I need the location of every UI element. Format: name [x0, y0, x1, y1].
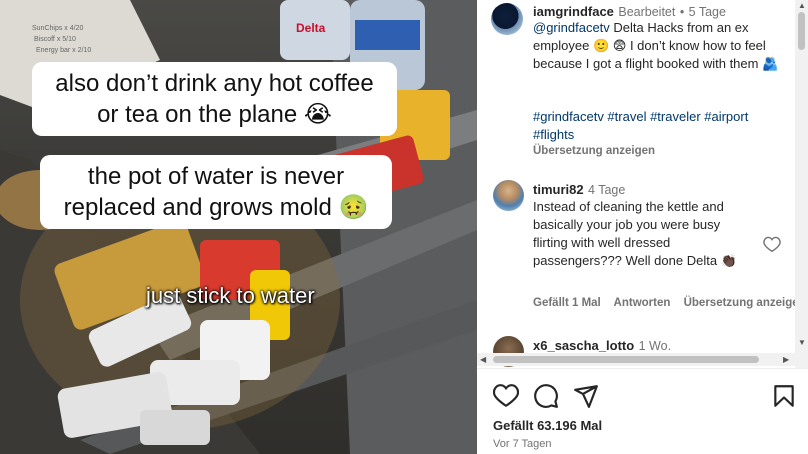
- mention-link[interactable]: @grindfacetv: [533, 20, 610, 35]
- commenter-username[interactable]: timuri82: [533, 182, 584, 197]
- author-avatar[interactable]: [491, 3, 523, 35]
- horizontal-scrollbar[interactable]: ◀ ▶: [477, 353, 795, 366]
- svg-text:Biscoff x 5/10: Biscoff x 5/10: [34, 36, 76, 43]
- comment-actions: Gefällt 1 Mal Antworten Übersetzung anze…: [533, 297, 808, 309]
- commenter-avatar[interactable]: [493, 180, 524, 211]
- divider: [477, 368, 808, 369]
- svg-text:SunChips x 4/20: SunChips x 4/20: [32, 25, 83, 32]
- scroll-up-arrow-icon[interactable]: ▲: [798, 1, 806, 10]
- comment-text: Instead of cleaning the kettle and basic…: [533, 198, 743, 270]
- translate-comment-button[interactable]: Übersetzung anzeige: [684, 297, 799, 309]
- comment-header: timuri82 4 Tage: [533, 181, 625, 199]
- post-caption: @grindfacetv Delta Hacks from an ex empl…: [533, 19, 783, 73]
- post-date[interactable]: Vor 7 Tagen: [493, 438, 552, 450]
- vertical-scrollbar[interactable]: ▲ ▼: [795, 0, 808, 368]
- post-likes-count[interactable]: Gefällt 63.196 Mal: [493, 418, 602, 433]
- comment-likes-count[interactable]: Gefällt 1 Mal: [533, 297, 601, 309]
- bookmark-icon[interactable]: [771, 383, 797, 409]
- edited-label: Bearbeitet: [618, 5, 676, 19]
- caption-coffee-warning: also don’t drink any hot coffee or tea o…: [32, 62, 397, 136]
- scroll-down-arrow-icon[interactable]: ▼: [798, 338, 806, 347]
- comment-body: Instead of cleaning the kettle and basic…: [533, 199, 737, 268]
- hashtags[interactable]: #grindfacetv #travel #traveler #airport …: [533, 108, 783, 144]
- comment-age-2[interactable]: 1 Wo.: [639, 339, 671, 353]
- scroll-right-arrow-icon[interactable]: ▶: [783, 355, 789, 364]
- comments-panel: iamgrindface Bearbeitet • 5 Tage @grindf…: [477, 0, 808, 454]
- scroll-left-arrow-icon[interactable]: ◀: [480, 355, 486, 364]
- caption-stick-to-water: just stick to water: [146, 283, 315, 308]
- caption-water-pot: the pot of water is never replaced and g…: [40, 155, 392, 229]
- comment-icon[interactable]: [533, 383, 559, 409]
- svg-text:Energy bar x 2/10: Energy bar x 2/10: [36, 47, 91, 54]
- heart-icon[interactable]: [493, 383, 519, 409]
- translate-post-button[interactable]: Übersetzung anzeigen: [533, 145, 655, 157]
- bottle-brand: Delta: [296, 21, 326, 35]
- share-icon[interactable]: [573, 383, 599, 409]
- author-username[interactable]: iamgrindface: [533, 4, 614, 19]
- reply-button[interactable]: Antworten: [614, 297, 671, 309]
- commenter-username-2[interactable]: x6_sascha_lotto: [533, 338, 634, 353]
- post-media[interactable]: SunChips x 4/20 Biscoff x 5/10 Energy ba…: [0, 0, 477, 454]
- horizontal-scroll-thumb[interactable]: [493, 356, 759, 363]
- comment-age[interactable]: 4 Tage: [588, 183, 625, 197]
- post-age[interactable]: 5 Tage: [689, 5, 726, 19]
- vertical-scroll-thumb[interactable]: [798, 12, 805, 50]
- separator-dot: •: [679, 5, 685, 19]
- comments-scroll-area[interactable]: iamgrindface Bearbeitet • 5 Tage @grindf…: [477, 0, 808, 368]
- comment-like-heart-icon[interactable]: [763, 236, 781, 252]
